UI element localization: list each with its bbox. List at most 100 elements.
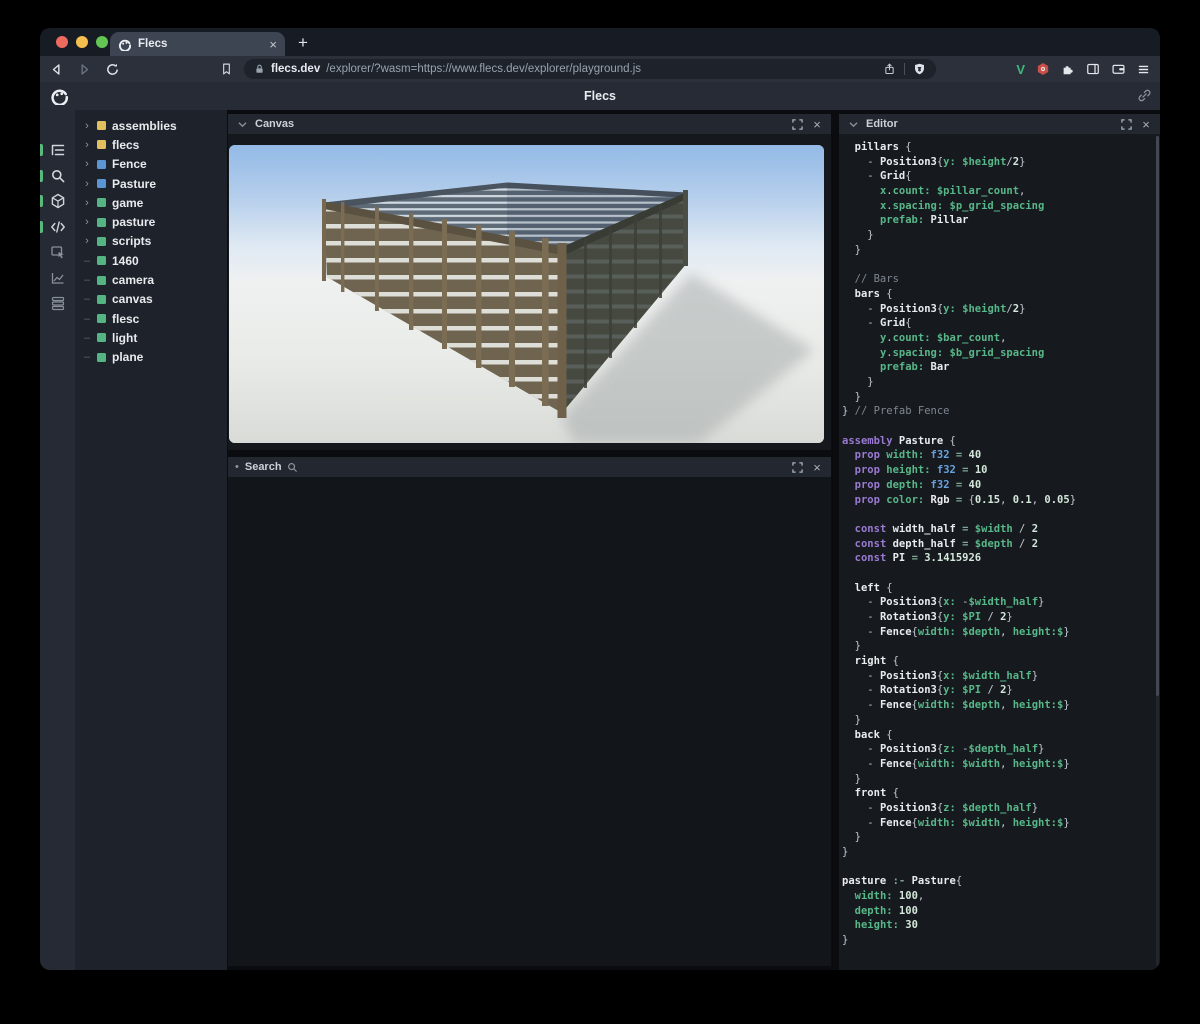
editor-panel: Editor × pillars { - Position3{y: $heigh… — [839, 114, 1160, 970]
leaf-dash-icon: – — [83, 274, 91, 286]
tree-item-pasture[interactable]: ›pasture — [75, 212, 227, 231]
code-line: } — [842, 243, 1152, 258]
entity-label: Fence — [112, 157, 147, 171]
queries-tool-button[interactable] — [40, 295, 75, 311]
collapsed-marker[interactable]: • — [235, 461, 239, 473]
code-line: const depth_half = $depth / 2 — [842, 537, 1152, 552]
app-title: Flecs — [40, 89, 1160, 103]
close-panel-icon[interactable]: × — [810, 118, 824, 131]
collapse-chevron-icon[interactable] — [235, 121, 249, 128]
entity-label: plane — [112, 350, 143, 364]
expand-chevron-icon[interactable]: › — [83, 158, 91, 170]
tree-item-light[interactable]: –light — [75, 328, 227, 347]
code-line: back { — [842, 728, 1152, 743]
code-line: height: 30 — [842, 918, 1152, 933]
collapse-chevron-icon[interactable] — [846, 121, 860, 128]
outliner-tool-button[interactable] — [40, 142, 75, 158]
code-line: } — [842, 933, 1152, 948]
code-line: y.count: $bar_count, — [842, 331, 1152, 346]
tree-item-1460[interactable]: –1460 — [75, 251, 227, 270]
close-panel-icon[interactable]: × — [1139, 118, 1153, 131]
back-button[interactable] — [44, 59, 68, 79]
inspector-tool-button[interactable] — [40, 244, 75, 260]
fullscreen-icon[interactable] — [790, 119, 804, 130]
extensions-puzzle-icon[interactable] — [1061, 62, 1075, 76]
code-line: prop width: f32 = 40 — [842, 448, 1152, 463]
active-indicator — [40, 144, 43, 156]
editor-scrollbar[interactable] — [1156, 136, 1159, 966]
code-line: - Position3{z: $depth_half} — [842, 801, 1152, 816]
share-link-icon[interactable] — [1137, 88, 1152, 103]
search-tool-button[interactable] — [40, 168, 75, 184]
tree-item-canvas[interactable]: –canvas — [75, 290, 227, 309]
share-icon[interactable] — [883, 62, 896, 76]
leaf-dash-icon: – — [83, 313, 91, 325]
tab-close-icon[interactable]: × — [269, 38, 277, 51]
code-line: x.count: $pillar_count, — [842, 184, 1152, 199]
search-results-area[interactable] — [228, 477, 831, 966]
tree-item-scripts[interactable]: ›scripts — [75, 232, 227, 251]
code-line: pillars { — [842, 140, 1152, 155]
tool-rail — [40, 110, 75, 970]
red-badge-icon[interactable] — [1036, 62, 1050, 76]
canvas-tool-button[interactable] — [40, 193, 75, 209]
url-bar[interactable]: flecs.dev /explorer/?wasm=https://www.fl… — [244, 59, 936, 79]
canvas-3d-viewport[interactable] — [229, 145, 824, 443]
tree-item-flesc[interactable]: –flesc — [75, 309, 227, 328]
code-line: - Fence{width: $width, height:$} — [842, 757, 1152, 772]
code-line: const PI = 3.1415926 — [842, 551, 1152, 566]
entity-label: assemblies — [112, 119, 177, 133]
search-panel-title: Search — [245, 461, 282, 473]
code-line: front { — [842, 786, 1152, 801]
bookmark-icon[interactable] — [216, 59, 236, 79]
code-line: prop height: f32 = 10 — [842, 463, 1152, 478]
expand-chevron-icon[interactable]: › — [83, 216, 91, 228]
app-header: Flecs — [40, 82, 1160, 110]
lock-icon — [254, 63, 265, 75]
tree-item-plane[interactable]: –plane — [75, 348, 227, 367]
active-indicator — [40, 195, 43, 207]
tree-item-camera[interactable]: –camera — [75, 270, 227, 289]
zoom-window-button[interactable] — [96, 36, 108, 48]
active-indicator — [40, 221, 43, 233]
close-panel-icon[interactable]: × — [810, 461, 824, 474]
expand-chevron-icon[interactable]: › — [83, 178, 91, 190]
entity-kind-swatch — [97, 295, 106, 304]
browser-tab[interactable]: Flecs × — [110, 32, 285, 56]
forward-button[interactable] — [72, 59, 96, 79]
tree-item-assemblies[interactable]: › assemblies — [75, 116, 227, 135]
sidebar-toggle-icon[interactable] — [1086, 62, 1100, 76]
vue-devtools-icon[interactable]: V — [1016, 62, 1025, 77]
search-panel: • Search × — [228, 457, 831, 966]
code-line: } — [842, 713, 1152, 728]
canvas-panel-header: Canvas × — [228, 114, 831, 134]
wallet-icon[interactable] — [1111, 62, 1126, 76]
entity-label: light — [112, 331, 137, 345]
close-window-button[interactable] — [56, 36, 68, 48]
editor-code[interactable]: pillars { - Position3{y: $height/2} - Gr… — [839, 134, 1160, 970]
code-line: - Fence{width: $width, height:$} — [842, 816, 1152, 831]
minimize-window-button[interactable] — [76, 36, 88, 48]
tree-item-Fence[interactable]: › Fence — [75, 155, 227, 174]
code-line: } — [842, 390, 1152, 405]
tree-item-Pasture[interactable]: ›Pasture — [75, 174, 227, 193]
fullscreen-icon[interactable] — [790, 462, 804, 473]
tab-strip: Flecs × + — [40, 28, 1160, 56]
reload-button[interactable] — [100, 59, 124, 79]
search-panel-header: • Search × — [228, 457, 831, 477]
tree-item-game[interactable]: ›game — [75, 193, 227, 212]
fullscreen-icon[interactable] — [1119, 119, 1133, 130]
new-tab-button[interactable]: + — [290, 31, 316, 55]
script-tool-button[interactable] — [40, 219, 75, 235]
code-line — [842, 258, 1152, 273]
expand-chevron-icon[interactable]: › — [83, 197, 91, 209]
entity-kind-swatch — [97, 237, 106, 246]
menu-icon[interactable] — [1137, 63, 1150, 76]
tree-item-flecs[interactable]: ›flecs — [75, 135, 227, 154]
editor-scrollbar-thumb[interactable] — [1156, 136, 1159, 696]
expand-chevron-icon[interactable]: › — [83, 139, 91, 151]
expand-chevron-icon[interactable]: › — [83, 120, 91, 132]
brave-shield-icon[interactable] — [913, 62, 926, 76]
stats-tool-button[interactable] — [40, 270, 75, 286]
expand-chevron-icon[interactable]: › — [83, 235, 91, 247]
